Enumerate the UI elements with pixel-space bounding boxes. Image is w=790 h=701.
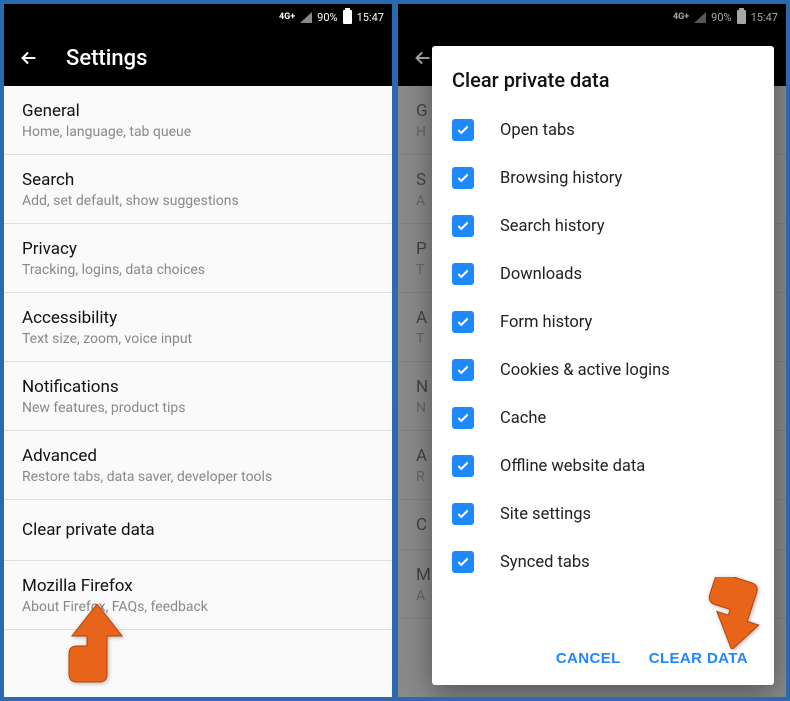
item-title: Advanced (22, 446, 374, 466)
item-title: Accessibility (22, 308, 374, 328)
option-site-settings[interactable]: Site settings (452, 490, 754, 538)
clock: 15:47 (357, 11, 384, 24)
item-title: Mozilla Firefox (22, 576, 374, 596)
option-label: Form history (500, 313, 592, 332)
settings-list[interactable]: General Home, language, tab queue Search… (4, 86, 392, 697)
page-title: Settings (66, 46, 147, 71)
checkbox-checked-icon[interactable] (452, 263, 474, 285)
phone-left: 4G+ 90% 15:47 Settings General Home, lan… (4, 4, 392, 697)
settings-item-clear-private-data[interactable]: Clear private data (4, 500, 392, 561)
option-downloads[interactable]: Downloads (452, 250, 754, 298)
battery-icon (343, 10, 352, 24)
settings-item-mozilla-firefox[interactable]: Mozilla Firefox About Firefox, FAQs, fee… (4, 561, 392, 630)
item-subtitle: Add, set default, show suggestions (22, 193, 374, 209)
option-open-tabs[interactable]: Open tabs (452, 106, 754, 154)
checkbox-checked-icon[interactable] (452, 167, 474, 189)
option-label: Open tabs (500, 121, 575, 140)
signal-icon (300, 12, 312, 23)
cancel-button[interactable]: CANCEL (556, 650, 621, 667)
settings-item-privacy[interactable]: Privacy Tracking, logins, data choices (4, 224, 392, 293)
status-bar: 4G+ 90% 15:47 (4, 4, 392, 30)
item-subtitle: About Firefox, FAQs, feedback (22, 599, 374, 615)
item-title: General (22, 101, 374, 121)
dialog-actions: CANCEL CLEAR DATA (452, 640, 754, 675)
option-search-history[interactable]: Search history (452, 202, 754, 250)
checkbox-checked-icon[interactable] (452, 359, 474, 381)
option-browsing-history[interactable]: Browsing history (452, 154, 754, 202)
option-form-history[interactable]: Form history (452, 298, 754, 346)
item-title: Notifications (22, 377, 374, 397)
settings-item-general[interactable]: General Home, language, tab queue (4, 86, 392, 155)
settings-item-search[interactable]: Search Add, set default, show suggestion… (4, 155, 392, 224)
option-label: Search history (500, 217, 605, 236)
option-offline-data[interactable]: Offline website data (452, 442, 754, 490)
dual-screenshot-container: 4G+ 90% 15:47 Settings General Home, lan… (0, 0, 790, 701)
item-subtitle: Home, language, tab queue (22, 124, 374, 140)
clear-data-button[interactable]: CLEAR DATA (649, 650, 748, 667)
checkbox-checked-icon[interactable] (452, 215, 474, 237)
item-title: Search (22, 170, 374, 190)
settings-item-notifications[interactable]: Notifications New features, product tips (4, 362, 392, 431)
option-label: Cookies & active logins (500, 361, 670, 380)
dialog-options-list: Open tabs Browsing history Search histor… (452, 106, 754, 640)
item-title: Clear private data (22, 520, 374, 540)
settings-item-accessibility[interactable]: Accessibility Text size, zoom, voice inp… (4, 293, 392, 362)
item-subtitle: Restore tabs, data saver, developer tool… (22, 469, 374, 485)
option-label: Browsing history (500, 169, 622, 188)
option-cache[interactable]: Cache (452, 394, 754, 442)
back-icon[interactable] (18, 47, 40, 69)
checkbox-checked-icon[interactable] (452, 311, 474, 333)
phone-right: 4G+ 90% 15:47 GH SA PT AT NN AR C MA (398, 4, 786, 697)
checkbox-checked-icon[interactable] (452, 407, 474, 429)
network-icon: 4G+ (279, 13, 295, 22)
option-label: Offline website data (500, 457, 645, 476)
app-header: Settings (4, 30, 392, 86)
checkbox-checked-icon[interactable] (452, 503, 474, 525)
item-subtitle: Text size, zoom, voice input (22, 331, 374, 347)
option-cookies[interactable]: Cookies & active logins (452, 346, 754, 394)
checkbox-checked-icon[interactable] (452, 119, 474, 141)
settings-item-advanced[interactable]: Advanced Restore tabs, data saver, devel… (4, 431, 392, 500)
clear-private-data-dialog: Clear private data Open tabs Browsing hi… (432, 46, 774, 685)
checkbox-checked-icon[interactable] (452, 455, 474, 477)
option-label: Synced tabs (500, 553, 590, 572)
battery-percent: 90% (317, 11, 337, 24)
option-label: Cache (500, 409, 546, 428)
option-label: Downloads (500, 265, 582, 284)
item-title: Privacy (22, 239, 374, 259)
item-subtitle: New features, product tips (22, 400, 374, 416)
option-label: Site settings (500, 505, 591, 524)
dialog-title: Clear private data (452, 68, 754, 92)
option-synced-tabs[interactable]: Synced tabs (452, 538, 754, 586)
item-subtitle: Tracking, logins, data choices (22, 262, 374, 278)
checkbox-checked-icon[interactable] (452, 551, 474, 573)
